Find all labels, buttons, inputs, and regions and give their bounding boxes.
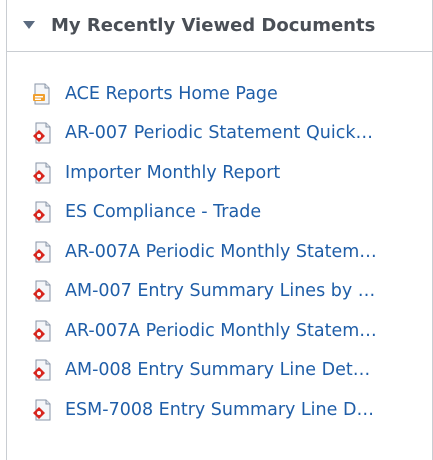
panel-header: My Recently Viewed Documents <box>7 0 432 52</box>
report-document-icon <box>33 399 51 421</box>
list-item[interactable]: ESM-7008 Entry Summary Line D… <box>30 390 430 430</box>
html-document-icon <box>33 83 50 105</box>
document-link[interactable]: AR-007 Periodic Statement Quick… <box>65 123 373 143</box>
list-item[interactable]: AR-007 Periodic Statement Quick… <box>30 114 430 154</box>
list-item[interactable]: AM-008 Entry Summary Line Det… <box>30 351 430 391</box>
document-list: ACE Reports Home Page AR-007 Periodic St… <box>30 74 430 430</box>
panel-title: My Recently Viewed Documents <box>51 15 376 36</box>
list-item[interactable]: ACE Reports Home Page <box>30 74 430 114</box>
report-document-icon <box>33 241 51 263</box>
document-link[interactable]: AR-007A Periodic Monthly Statem… <box>65 242 377 262</box>
report-document-icon <box>33 162 51 184</box>
triangle-down-icon[interactable] <box>22 19 36 33</box>
document-link[interactable]: AM-007 Entry Summary Lines by … <box>65 281 375 301</box>
report-document-icon <box>33 280 51 302</box>
document-link[interactable]: ACE Reports Home Page <box>65 84 278 104</box>
report-document-icon <box>33 201 51 223</box>
list-item[interactable]: AM-007 Entry Summary Lines by … <box>30 272 430 312</box>
list-item[interactable]: ES Compliance - Trade <box>30 193 430 233</box>
document-link[interactable]: ESM-7008 Entry Summary Line D… <box>65 400 374 420</box>
document-link[interactable]: AR-007A Periodic Monthly Statem… <box>65 321 377 341</box>
report-document-icon <box>33 122 51 144</box>
list-item[interactable]: AR-007A Periodic Monthly Statem… <box>30 311 430 351</box>
document-link[interactable]: ES Compliance - Trade <box>65 202 261 222</box>
list-item[interactable]: AR-007A Periodic Monthly Statem… <box>30 232 430 272</box>
document-link[interactable]: Importer Monthly Report <box>65 163 280 183</box>
report-document-icon <box>33 359 51 381</box>
report-document-icon <box>33 320 51 342</box>
document-link[interactable]: AM-008 Entry Summary Line Det… <box>65 360 370 380</box>
list-item[interactable]: Importer Monthly Report <box>30 153 430 193</box>
